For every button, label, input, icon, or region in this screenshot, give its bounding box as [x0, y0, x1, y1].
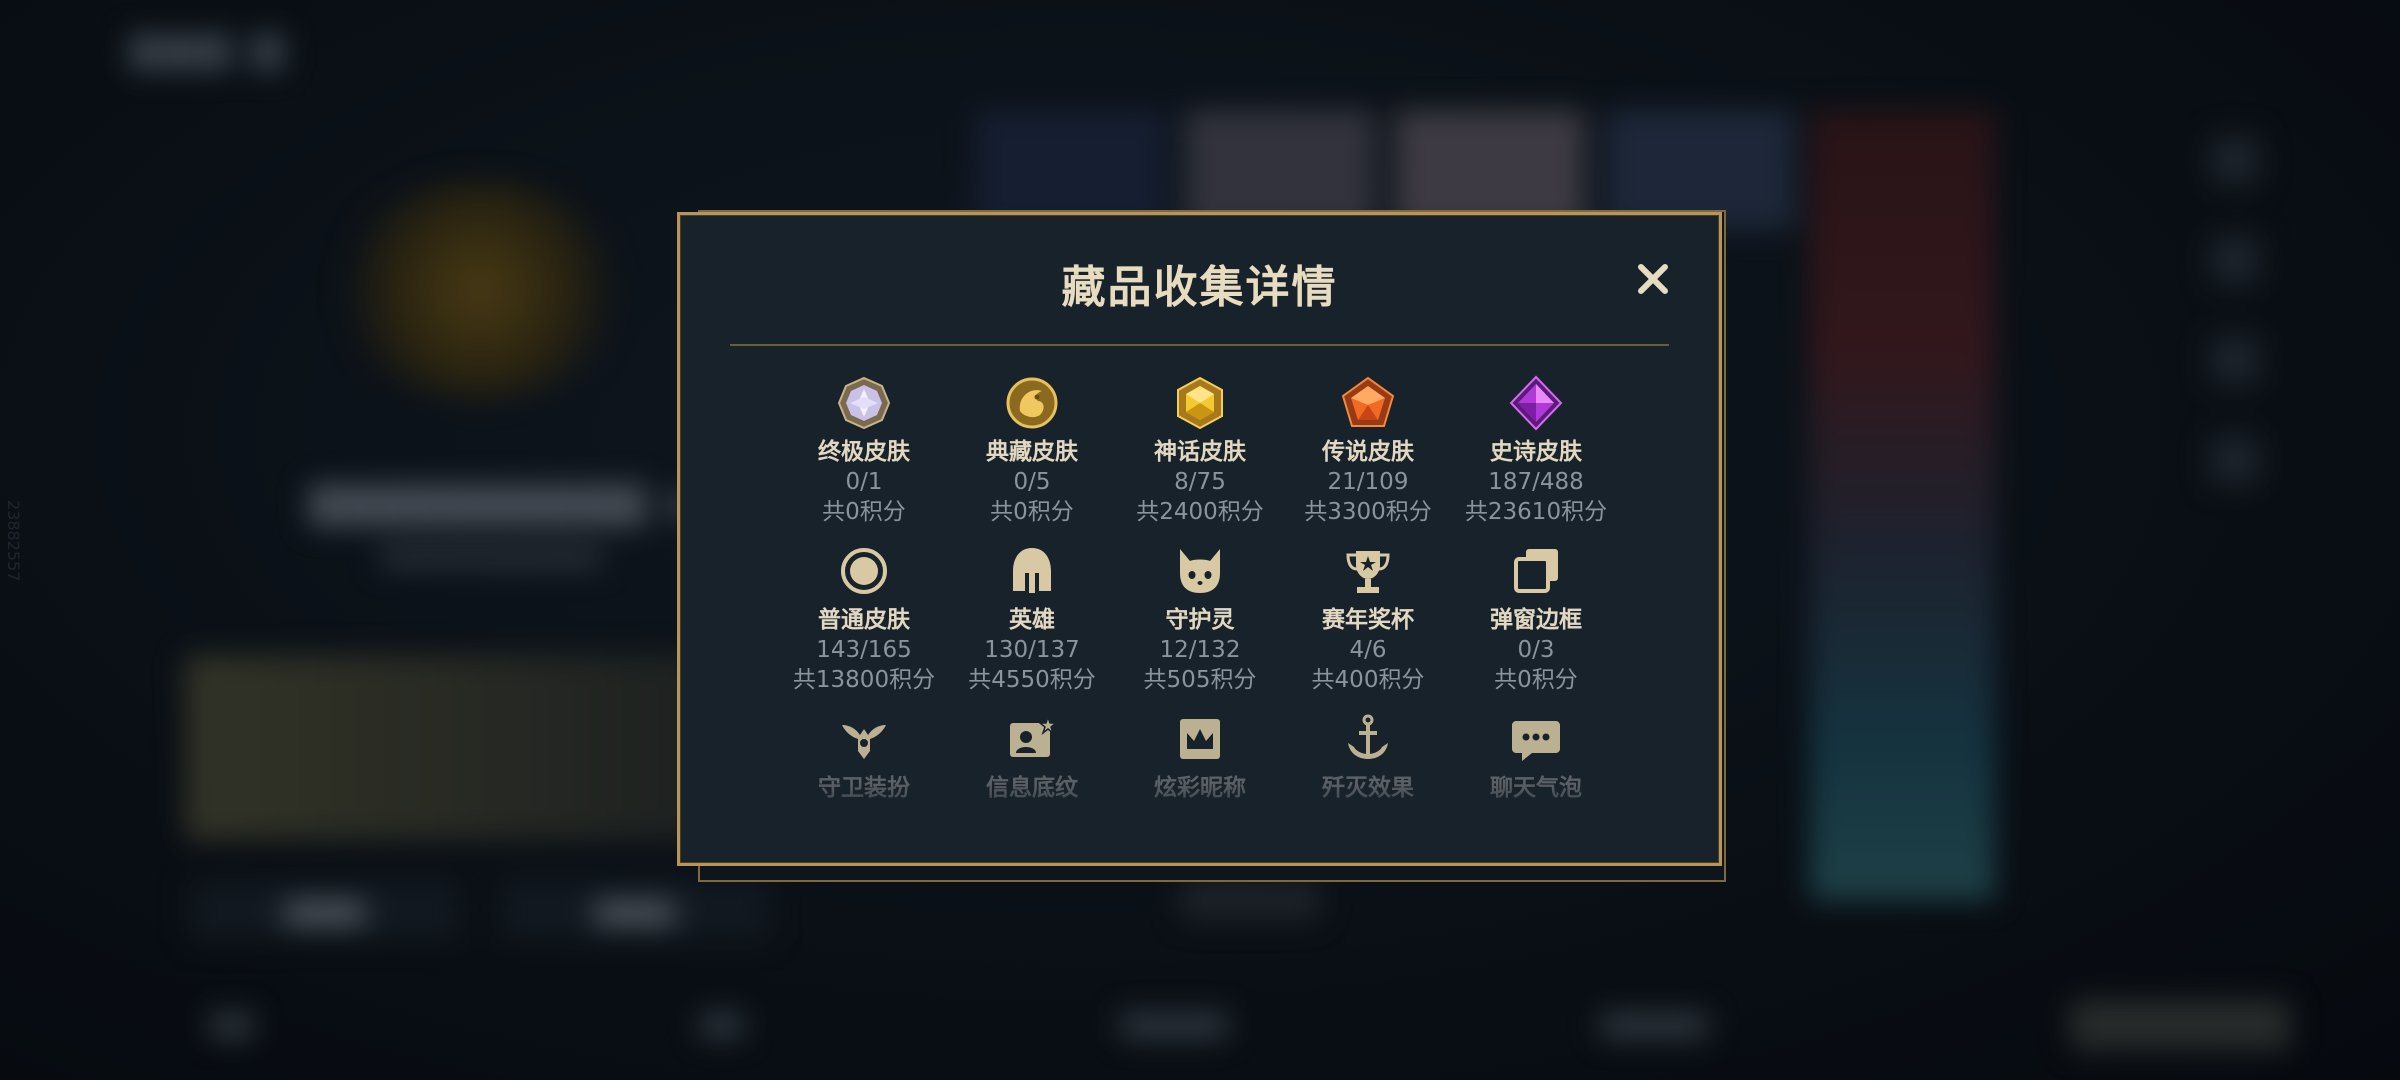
category-season-trophy[interactable]: 赛年奖杯 4/6 共400积分: [1284, 543, 1452, 695]
app-screen: ▆▆▆ ▆ ▇▇▇▇▇▇▇▇▇▇ ◆ ▆▆▆▆▆▆▆▆▆▆▆▆ ▆▆▆▆ ▆▆▆…: [0, 0, 2400, 1080]
category-count: 12/132: [1159, 637, 1241, 663]
category-count: 4/6: [1349, 637, 1387, 663]
category-name: 守护灵: [1165, 607, 1235, 633]
close-icon: [1638, 264, 1668, 294]
title-divider: [730, 344, 1669, 346]
category-name: 赛年奖杯: [1322, 607, 1414, 633]
chat-bubble-icon: [1512, 721, 1560, 761]
modal-title: 藏品收集详情: [1061, 262, 1338, 313]
category-points: 共4550积分: [968, 667, 1096, 693]
orange-pentagon-gem-icon: [1341, 376, 1395, 427]
category-points: 共23610积分: [1464, 499, 1608, 525]
category-count: 143/165: [816, 637, 912, 663]
close-button[interactable]: [1631, 257, 1675, 301]
category-points: 共0积分: [822, 499, 906, 525]
category-count: 0/1: [845, 469, 883, 495]
ward-skin-icon: [842, 725, 886, 759]
crown-nameplate-icon: [1180, 719, 1220, 759]
category-legendary-skin[interactable]: 传说皮肤 21/109 共3300积分: [1284, 375, 1452, 527]
category-hero[interactable]: 英雄 130/137 共4550积分: [948, 543, 1116, 695]
profile-card-icon: [1010, 714, 1059, 757]
category-count: 21/109: [1327, 469, 1409, 495]
category-name: 神话皮肤: [1154, 439, 1246, 465]
purple-diamond-gem-icon: [1509, 375, 1563, 431]
category-name: 终极皮肤: [818, 439, 910, 465]
category-points: 共505积分: [1143, 667, 1257, 693]
category-points: 共13800积分: [792, 667, 936, 693]
category-count: 0/5: [1013, 469, 1051, 495]
helmet-icon: [1013, 548, 1051, 593]
category-ultimate-skin[interactable]: 终极皮肤 0/1 共0积分: [780, 375, 948, 527]
category-points: 共3300积分: [1304, 499, 1432, 525]
category-count: 130/137: [984, 637, 1080, 663]
gold-hexagon-gem-icon: [1177, 376, 1223, 430]
category-points: 共0积分: [990, 499, 1074, 525]
category-normal-skin[interactable]: 普通皮肤 143/165 共13800积分: [780, 543, 948, 695]
category-prestige-skin[interactable]: 典藏皮肤 0/5 共0积分: [948, 375, 1116, 527]
category-epic-skin[interactable]: 史诗皮肤 187/488 共23610积分: [1452, 375, 1620, 527]
category-points: 共2400积分: [1136, 499, 1264, 525]
collection-row-2: 普通皮肤 143/165 共13800积分 英雄 130/137 共4550积分: [780, 543, 1620, 713]
category-guardian[interactable]: 守护灵 12/132 共505积分: [1116, 543, 1284, 695]
scroll-fade-mask: [720, 783, 1679, 823]
category-name: 传说皮肤: [1322, 439, 1414, 465]
frame-stack-icon: [1514, 549, 1558, 593]
category-popup-frame[interactable]: 弹窗边框 0/3 共0积分: [1452, 543, 1620, 695]
category-mythic-skin[interactable]: 神话皮肤 8/75 共2400积分: [1116, 375, 1284, 527]
dragon-emblem-icon: [1006, 377, 1058, 429]
category-count: 8/75: [1174, 469, 1226, 495]
ring-icon: [841, 548, 887, 594]
category-name: 弹窗边框: [1490, 607, 1582, 633]
category-name: 英雄: [1009, 607, 1055, 633]
guardian-pet-icon: [1180, 549, 1220, 593]
collection-row-1: 终极皮肤 0/1 共0积分 典藏皮肤 0/5 共0积分 神话皮肤 8/75 共2…: [780, 375, 1620, 545]
category-points: 共0积分: [1494, 667, 1578, 693]
category-name: 典藏皮肤: [986, 439, 1078, 465]
anchor-effect-icon: [1348, 714, 1388, 759]
category-count: 0/3: [1517, 637, 1555, 663]
category-points: 共400积分: [1311, 667, 1425, 693]
category-count: 187/488: [1488, 469, 1584, 495]
ultimate-gem-icon: [837, 376, 891, 430]
category-name: 史诗皮肤: [1490, 439, 1582, 465]
collection-details-modal: 藏品收集详情 终极皮肤 0/1 共0积分 典藏皮肤 0/5 共0积分 神话皮肤 …: [677, 212, 1722, 866]
trophy-icon: [1346, 551, 1390, 593]
category-name: 普通皮肤: [818, 607, 910, 633]
